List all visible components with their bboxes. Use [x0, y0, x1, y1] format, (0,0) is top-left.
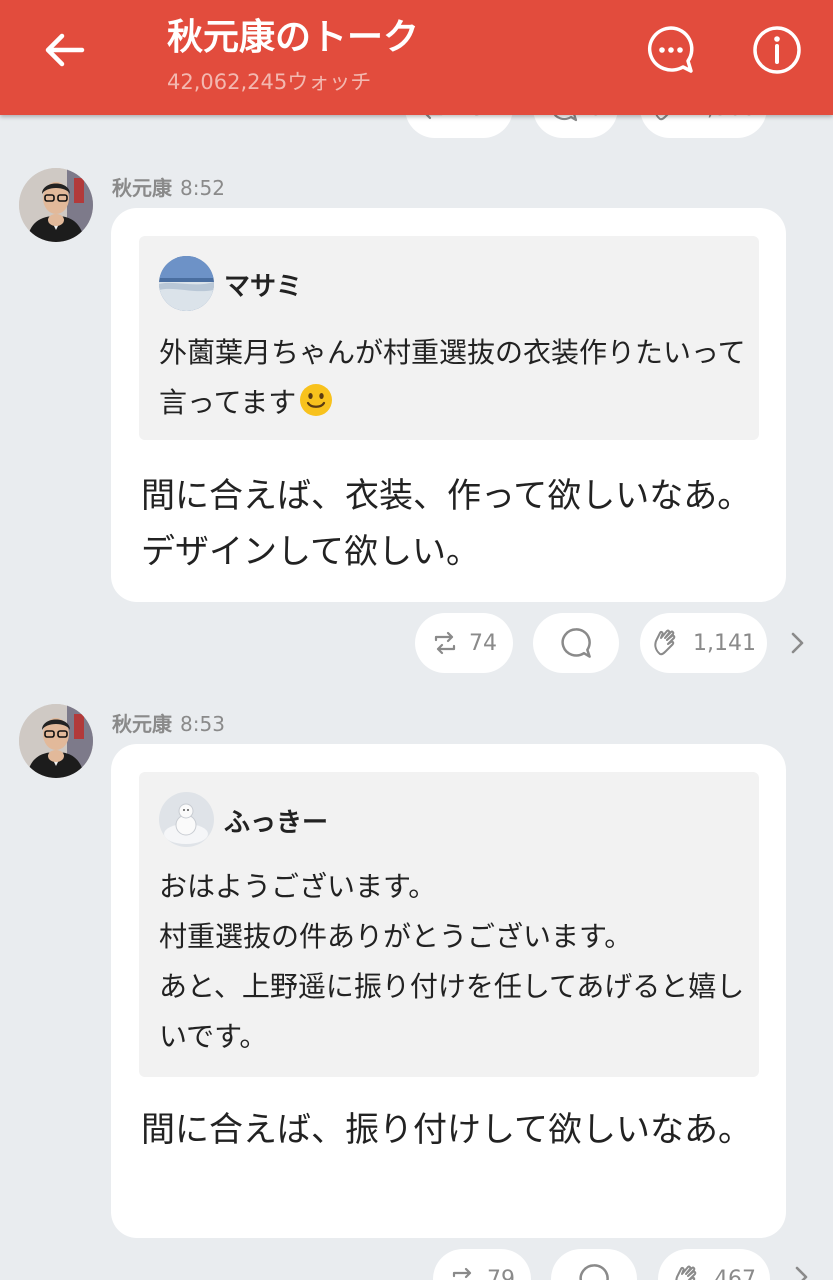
app-header: 秋元康のトーク 42,062,245ウォッチ [0, 0, 833, 115]
quoted-message[interactable]: ふっきー おはようございます。 村重選抜の件ありがとうございます。 あと、上野遥… [139, 772, 759, 1077]
back-arrow-icon[interactable] [40, 26, 90, 76]
quote-author: ふっきー [224, 808, 329, 838]
comment-icon [579, 1264, 609, 1280]
watch-count: 42,062,245ウォッチ [167, 70, 372, 94]
retweet-icon [434, 631, 456, 655]
smile-emoji-icon [300, 384, 333, 416]
quoted-message[interactable]: マサミ 外薗葉月ちゃんが村重選抜の衣装作りたいって言ってます [139, 236, 759, 440]
post-time: 8:52 [180, 176, 225, 200]
retweet-icon [452, 1267, 472, 1280]
post-meta: 秋元康 8:52 [112, 172, 225, 201]
clap-count: 467 [714, 1266, 756, 1280]
comment-icon [561, 628, 591, 658]
post-time: 8:53 [180, 712, 225, 736]
quote-avatar [159, 792, 214, 847]
clap-icon [675, 1265, 697, 1280]
post-meta: 秋元康 8:53 [112, 708, 225, 737]
info-icon[interactable] [751, 24, 803, 76]
quote-text: 外薗葉月ちゃんが村重選抜の衣装作りたいって言ってます [159, 328, 749, 428]
retweet-button[interactable]: 74 [415, 613, 513, 673]
avatar[interactable] [19, 168, 93, 242]
retweet-count: 79 [487, 1266, 515, 1280]
message-bubble[interactable]: マサミ 外薗葉月ちゃんが村重選抜の衣装作りたいって言ってます 間に合えば、衣装、… [111, 208, 786, 602]
clap-count: 1,141 [693, 630, 756, 656]
comment-button[interactable] [533, 613, 619, 673]
reply-text: 間に合えば、衣装、作って欲しいなあ。デザインして欲しい。 [141, 476, 752, 572]
clap-button[interactable]: 467 [658, 1249, 770, 1280]
clap-icon [654, 629, 676, 656]
author-name: 秋元康 [112, 712, 172, 736]
quote-author: マサミ [224, 272, 303, 302]
clap-button[interactable]: 1,141 [640, 613, 767, 673]
comment-button[interactable] [551, 1249, 637, 1280]
chat-bubble-icon[interactable] [645, 24, 697, 76]
chevron-right-icon[interactable] [786, 628, 808, 658]
quote-avatar [159, 256, 214, 311]
reply-text: 間に合えば、振り付けして欲しいなあ。 [141, 1110, 752, 1150]
chevron-right-icon[interactable] [790, 1262, 812, 1280]
retweet-button[interactable]: 79 [433, 1249, 531, 1280]
author-name: 秋元康 [112, 176, 172, 200]
avatar[interactable] [19, 704, 93, 778]
quote-text: おはようございます。 村重選抜の件ありがとうございます。 あと、上野遥に振り付け… [159, 870, 745, 1053]
message-bubble[interactable]: ふっきー おはようございます。 村重選抜の件ありがとうございます。 あと、上野遥… [111, 744, 786, 1238]
quote-text-content: 外薗葉月ちゃんが村重選抜の衣装作りたいって言ってます [159, 336, 746, 419]
retweet-count: 74 [469, 630, 497, 656]
page-title: 秋元康のトーク [167, 17, 420, 58]
